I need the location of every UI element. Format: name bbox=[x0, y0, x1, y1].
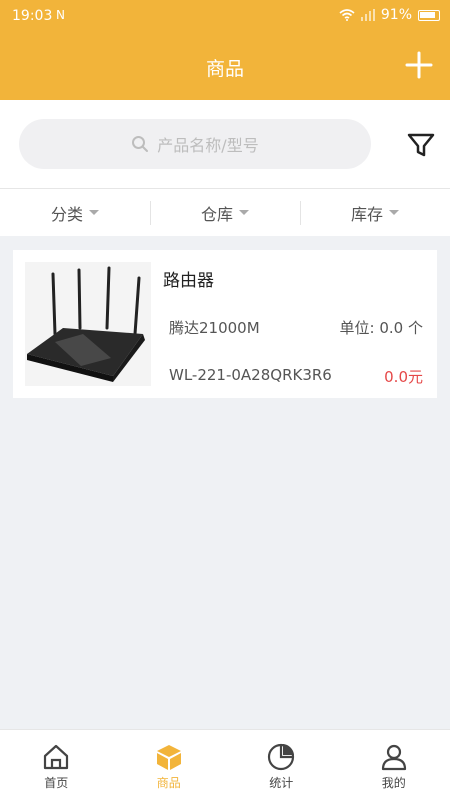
nav-products[interactable]: 商品 bbox=[113, 730, 226, 800]
nav-label: 商品 bbox=[156, 776, 181, 790]
tab-label: 仓库 bbox=[200, 204, 233, 224]
status-right: 91% bbox=[339, 7, 440, 23]
box-icon bbox=[156, 745, 181, 770]
product-name: 路由器 bbox=[163, 271, 214, 291]
nav-home[interactable]: 首页 bbox=[0, 730, 113, 800]
user-icon bbox=[381, 744, 406, 771]
add-icon[interactable] bbox=[404, 50, 434, 80]
nfc-icon: N bbox=[56, 8, 65, 22]
filter-icon[interactable] bbox=[406, 130, 436, 160]
battery-icon bbox=[418, 9, 440, 21]
tab-warehouse[interactable]: 仓库 bbox=[150, 189, 300, 236]
wifi-icon bbox=[339, 9, 355, 21]
chevron-down-icon bbox=[89, 210, 99, 215]
search-area: 产品名称/型号 bbox=[0, 100, 450, 188]
pie-chart-icon bbox=[268, 743, 295, 771]
tab-label: 分类 bbox=[50, 204, 83, 224]
tab-category[interactable]: 分类 bbox=[0, 189, 150, 236]
search-placeholder: 产品名称/型号 bbox=[157, 136, 259, 155]
product-image bbox=[25, 262, 151, 386]
tab-stock[interactable]: 库存 bbox=[300, 189, 450, 236]
status-bar: 19:03 N 91% bbox=[0, 0, 450, 32]
signal-icon bbox=[360, 9, 375, 21]
search-input[interactable]: 产品名称/型号 bbox=[19, 119, 371, 169]
search-icon bbox=[132, 136, 149, 152]
status-time: 19:03 bbox=[12, 8, 53, 24]
chevron-down-icon bbox=[239, 210, 249, 215]
chevron-down-icon bbox=[389, 210, 399, 215]
filter-tabs: 分类 仓库 库存 bbox=[0, 188, 450, 236]
tab-label: 库存 bbox=[350, 204, 383, 224]
product-unit: 单位: 0.0 个 bbox=[339, 319, 423, 337]
home-icon bbox=[44, 744, 69, 770]
product-card[interactable]: 路由器 腾达21000M 单位: 0.0 个 WL-221-0A28QRK3R6… bbox=[13, 250, 437, 398]
product-model: 腾达21000M bbox=[169, 319, 260, 337]
nav-statistics[interactable]: 统计 bbox=[225, 730, 338, 800]
nav-profile[interactable]: 我的 bbox=[338, 730, 450, 800]
battery-percent: 91% bbox=[380, 7, 412, 23]
page-title: 商品 bbox=[205, 58, 244, 80]
product-code: WL-221-0A28QRK3R6 bbox=[169, 366, 332, 384]
product-price: 0.0元 bbox=[384, 368, 423, 386]
bottom-nav: 首页 商品 统计 我的 bbox=[0, 729, 450, 800]
nav-label: 首页 bbox=[44, 776, 69, 790]
nav-label: 我的 bbox=[381, 776, 406, 790]
app-header: 商品 bbox=[0, 32, 450, 100]
nav-label: 统计 bbox=[269, 776, 294, 790]
